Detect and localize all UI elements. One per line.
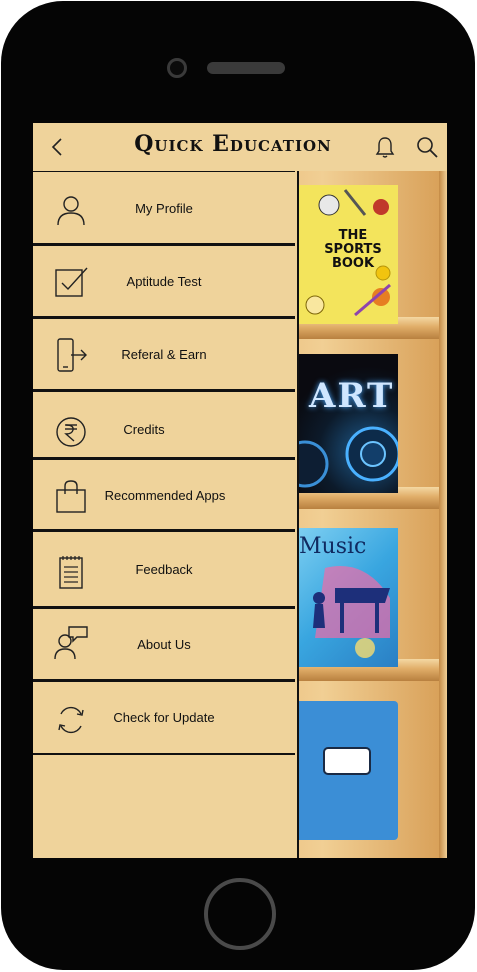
menu-label: Aptitude Test bbox=[126, 274, 202, 289]
navigation-drawer: My Profile Aptitude Test Referal & Earn bbox=[33, 171, 299, 858]
menu-item-referal-earn[interactable]: Referal & Earn bbox=[33, 318, 295, 391]
user-icon bbox=[57, 196, 85, 226]
earpiece-speaker bbox=[207, 62, 285, 74]
book-title: THE SPORTS BOOK bbox=[324, 228, 382, 271]
menu-item-credits[interactable]: Credits bbox=[33, 391, 295, 459]
book-blank[interactable] bbox=[295, 701, 398, 840]
menu-label: Recommended Apps bbox=[104, 488, 226, 503]
book-sports[interactable]: THE SPORTS BOOK bbox=[295, 185, 398, 324]
app-screen: THE SPORTS BOOK ART Music Quick Educatio… bbox=[33, 123, 447, 858]
menu-item-my-profile[interactable]: My Profile bbox=[33, 171, 295, 245]
menu-item-check-update[interactable]: Check for Update bbox=[33, 681, 295, 755]
book-music[interactable]: Music bbox=[295, 528, 398, 667]
drawer-empty-area bbox=[33, 755, 295, 858]
menu-item-aptitude-test[interactable]: Aptitude Test bbox=[33, 245, 295, 318]
book-title: Music bbox=[299, 534, 367, 559]
book-title: ART bbox=[309, 376, 395, 416]
menu-label: Feedback bbox=[135, 562, 193, 577]
speaker-illustration bbox=[295, 426, 398, 488]
shelf-side bbox=[439, 171, 447, 858]
phone-share-icon bbox=[57, 338, 87, 372]
menu-item-recommended-apps[interactable]: Recommended Apps bbox=[33, 459, 295, 531]
checkbox-icon bbox=[55, 267, 88, 297]
menu-item-about-us[interactable]: About Us bbox=[33, 608, 295, 681]
bell-icon[interactable] bbox=[373, 135, 397, 159]
menu-label: Credits bbox=[123, 422, 165, 437]
app-bar: Quick Education bbox=[33, 123, 447, 171]
menu-label: My Profile bbox=[135, 201, 193, 216]
menu-item-feedback[interactable]: Feedback bbox=[33, 531, 295, 608]
front-camera bbox=[167, 58, 187, 78]
book-label bbox=[323, 747, 371, 775]
notepad-icon bbox=[59, 556, 83, 589]
book-art[interactable]: ART bbox=[295, 354, 398, 493]
home-button[interactable] bbox=[204, 878, 276, 950]
refresh-icon bbox=[58, 706, 84, 734]
menu-label: Check for Update bbox=[113, 710, 215, 725]
menu-label: About Us bbox=[137, 637, 191, 652]
chat-user-icon bbox=[54, 626, 88, 660]
menu-label: Referal & Earn bbox=[121, 347, 207, 362]
search-icon[interactable] bbox=[415, 135, 439, 159]
shopping-bag-icon bbox=[56, 480, 86, 513]
